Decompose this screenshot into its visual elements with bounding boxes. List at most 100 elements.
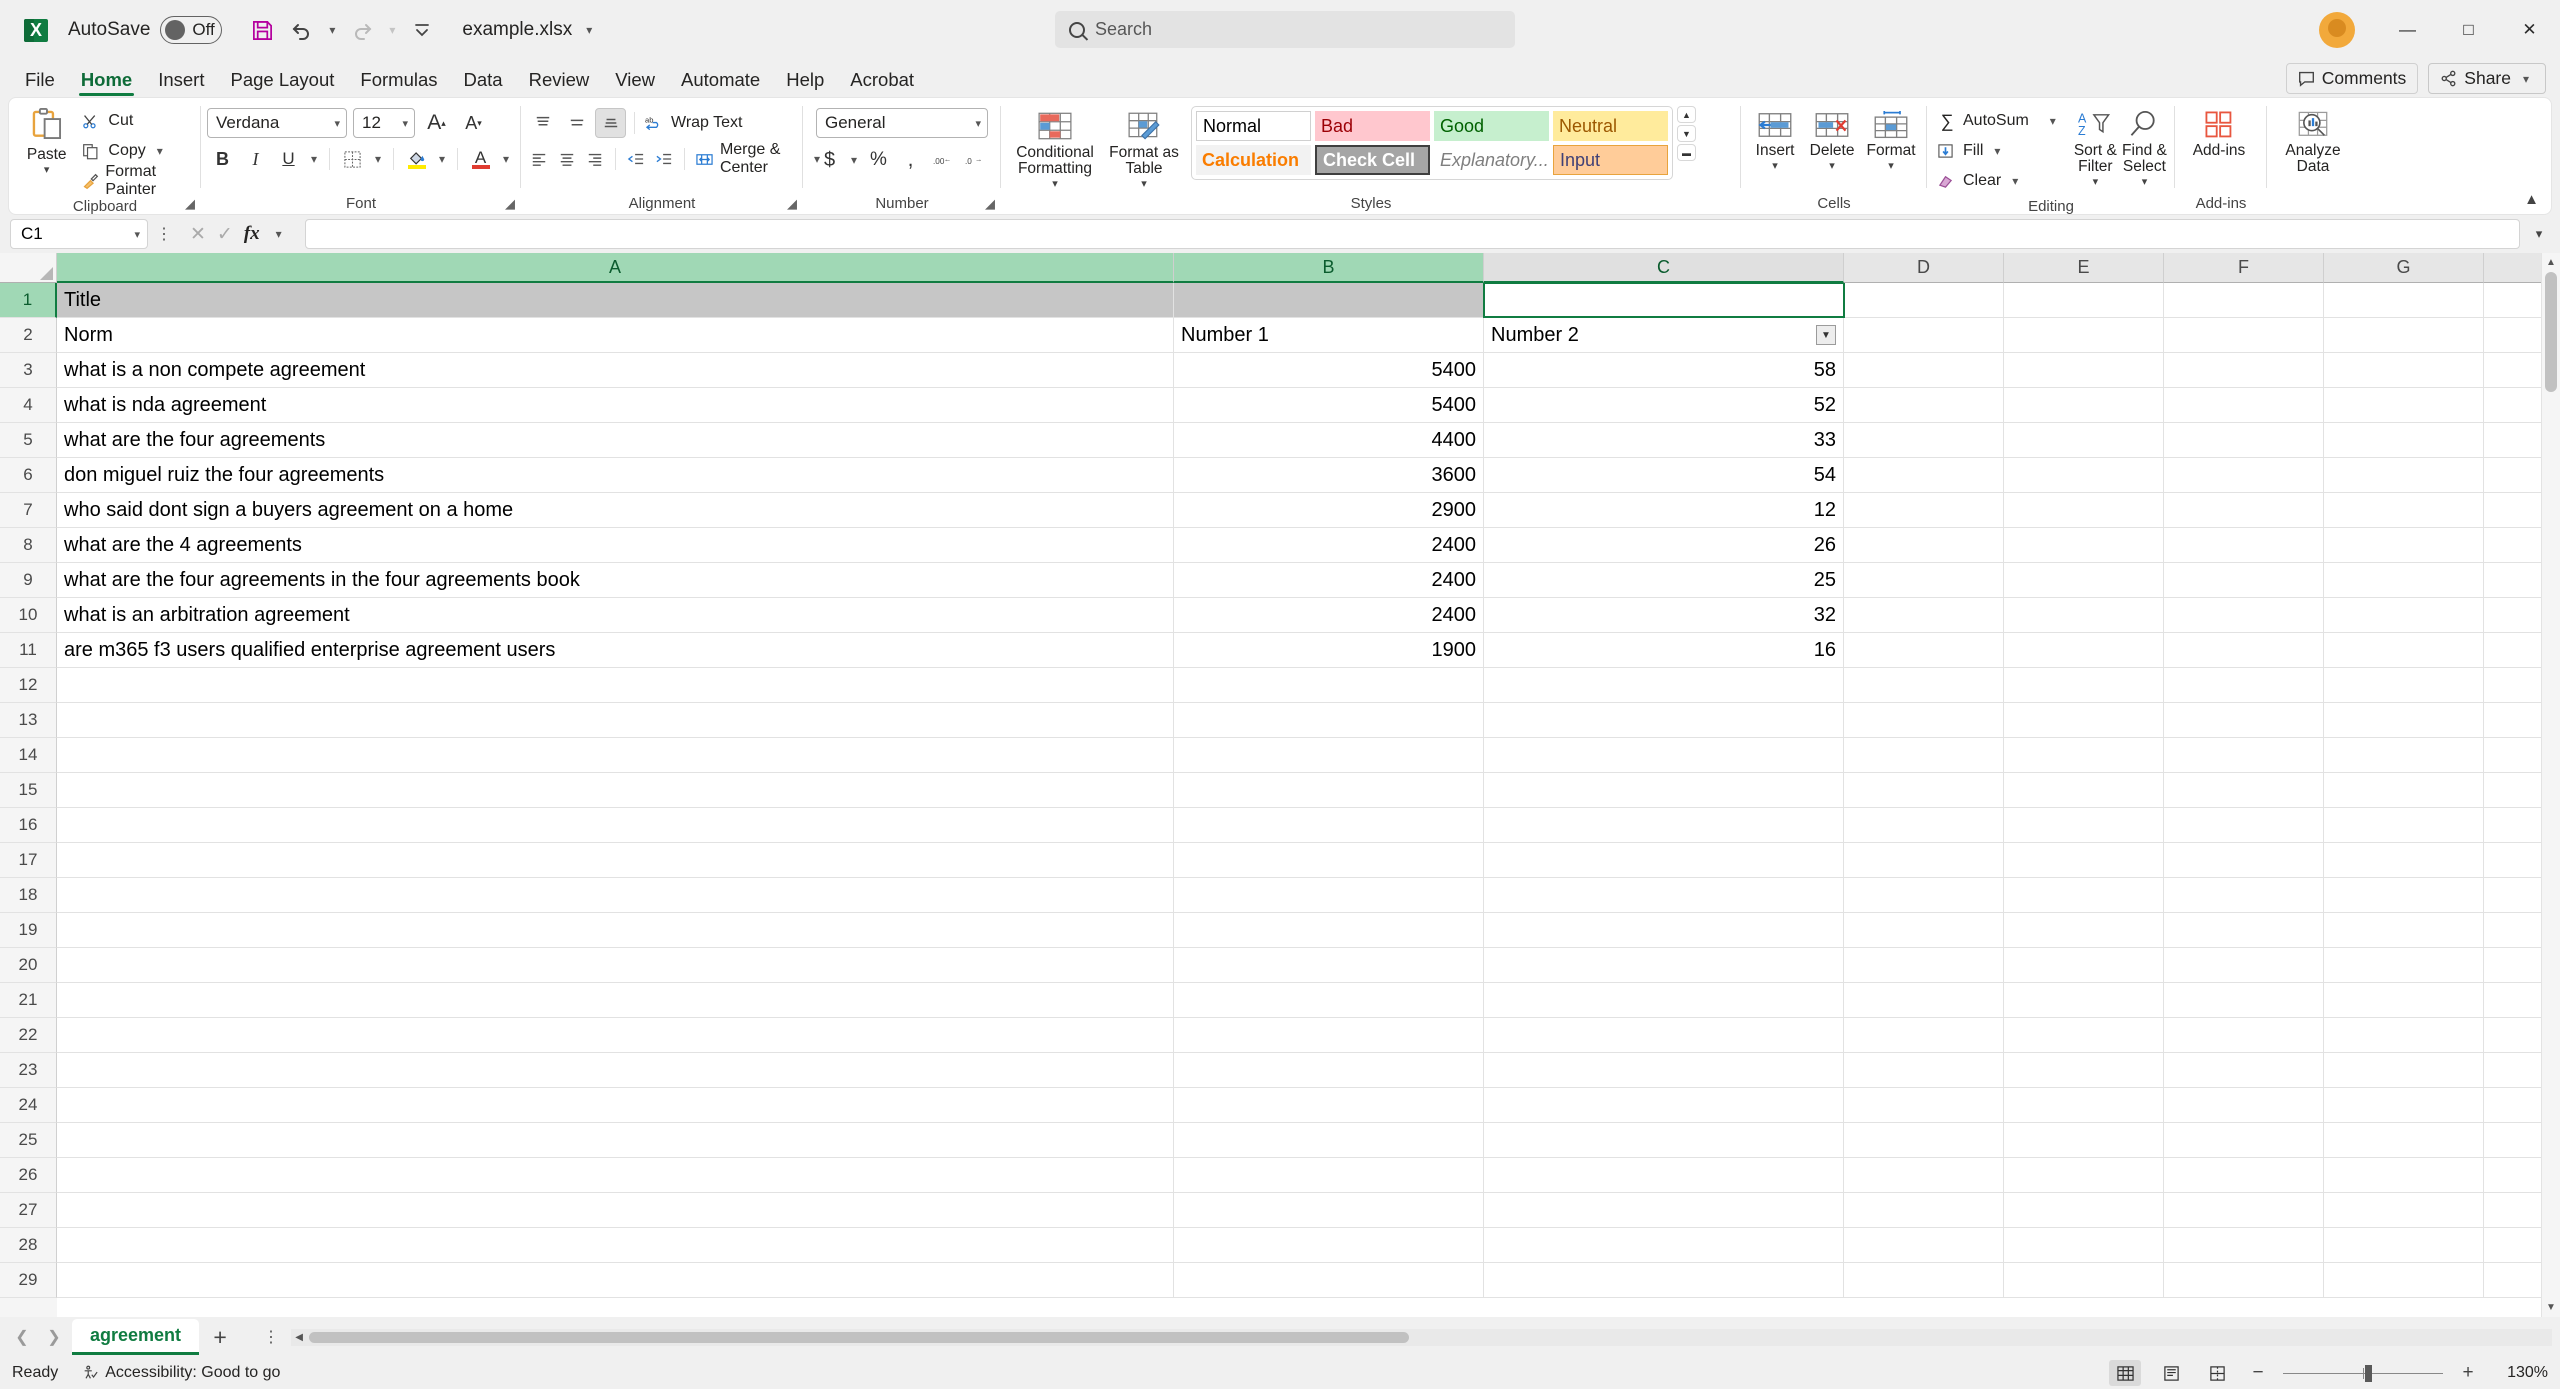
number-dialog-launcher[interactable]: ◢ <box>985 196 995 212</box>
cell-d17[interactable] <box>1844 843 2004 877</box>
cell-c11[interactable]: 16 <box>1484 633 1844 667</box>
cell-e27[interactable] <box>2004 1193 2164 1227</box>
cell-d23[interactable] <box>1844 1053 2004 1087</box>
cell-b11[interactable]: 1900 <box>1174 633 1484 667</box>
tab-help[interactable]: Help <box>773 64 837 97</box>
cell-d10[interactable] <box>1844 598 2004 632</box>
cell-c14[interactable] <box>1484 738 1844 772</box>
tab-acrobat[interactable]: Acrobat <box>837 64 927 97</box>
cell-a18[interactable] <box>57 878 1174 912</box>
cell-d19[interactable] <box>1844 913 2004 947</box>
cell-g9[interactable] <box>2324 563 2484 597</box>
close-button[interactable]: ✕ <box>2499 0 2560 60</box>
cell-a20[interactable] <box>57 948 1174 982</box>
paste-dropdown-icon[interactable]: ▾ <box>44 163 50 176</box>
cell-b6[interactable]: 3600 <box>1174 458 1484 492</box>
styles-scroll-up-icon[interactable]: ▲ <box>1677 106 1696 123</box>
row-header-13[interactable]: 13 <box>0 703 57 738</box>
row-header-2[interactable]: 2 <box>0 318 57 353</box>
cell-a19[interactable] <box>57 913 1174 947</box>
zoom-out-button[interactable]: − <box>2247 1362 2269 1384</box>
cell-f21[interactable] <box>2164 983 2324 1017</box>
zoom-level[interactable]: 130% <box>2493 1364 2548 1382</box>
cell-d18[interactable] <box>1844 878 2004 912</box>
cell-e6[interactable] <box>2004 458 2164 492</box>
cell-e17[interactable] <box>2004 843 2164 877</box>
cell-g12[interactable] <box>2324 668 2484 702</box>
page-break-preview-icon[interactable] <box>2201 1360 2233 1386</box>
format-cells-button[interactable]: Format ▾ <box>1861 106 1921 172</box>
cell-e25[interactable] <box>2004 1123 2164 1157</box>
styles-more-icon[interactable]: ▬ <box>1677 144 1696 161</box>
cell-a3[interactable]: what is a non compete agreement <box>57 353 1174 387</box>
column-header-g[interactable]: G <box>2324 253 2484 283</box>
cell-a13[interactable] <box>57 703 1174 737</box>
find-select-dropdown-icon[interactable]: ▾ <box>2142 175 2148 188</box>
cell-f22[interactable] <box>2164 1018 2324 1052</box>
column-header-c[interactable]: C <box>1484 253 1844 283</box>
fill-color-dropdown-icon[interactable]: ▾ <box>434 152 450 166</box>
row-header-5[interactable]: 5 <box>0 423 57 458</box>
cell-d14[interactable] <box>1844 738 2004 772</box>
cell-g16[interactable] <box>2324 808 2484 842</box>
accessibility-status[interactable]: Accessibility: Good to go <box>82 1364 280 1382</box>
row-header-4[interactable]: 4 <box>0 388 57 423</box>
cell-f20[interactable] <box>2164 948 2324 982</box>
vertical-scrollbar[interactable]: ▲ ▼ <box>2541 253 2560 1317</box>
align-bottom-icon[interactable] <box>595 108 626 138</box>
cell-e14[interactable] <box>2004 738 2164 772</box>
cell-a27[interactable] <box>57 1193 1174 1227</box>
style-calculation[interactable]: Calculation <box>1196 145 1311 175</box>
cell-b27[interactable] <box>1174 1193 1484 1227</box>
cell-e9[interactable] <box>2004 563 2164 597</box>
align-left-icon[interactable] <box>527 144 552 174</box>
cell-b8[interactable]: 2400 <box>1174 528 1484 562</box>
cell-c7[interactable]: 12 <box>1484 493 1844 527</box>
font-dialog-launcher[interactable]: ◢ <box>505 196 515 212</box>
select-all-button[interactable] <box>0 253 57 283</box>
cell-f14[interactable] <box>2164 738 2324 772</box>
maximize-button[interactable]: □ <box>2438 0 2499 60</box>
row-header-7[interactable]: 7 <box>0 493 57 528</box>
cell-c9[interactable]: 25 <box>1484 563 1844 597</box>
cell-a12[interactable] <box>57 668 1174 702</box>
cell-f25[interactable] <box>2164 1123 2324 1157</box>
avatar[interactable] <box>2319 12 2355 48</box>
vertical-scroll-thumb[interactable] <box>2545 272 2557 392</box>
cell-c28[interactable] <box>1484 1228 1844 1262</box>
cell-b7[interactable]: 2900 <box>1174 493 1484 527</box>
scroll-down-icon[interactable]: ▼ <box>2542 1298 2560 1317</box>
cell-e5[interactable] <box>2004 423 2164 457</box>
paste-button[interactable]: Paste ▾ <box>15 102 78 176</box>
row-header-27[interactable]: 27 <box>0 1193 57 1228</box>
cell-b23[interactable] <box>1174 1053 1484 1087</box>
cell-b15[interactable] <box>1174 773 1484 807</box>
cell-e7[interactable] <box>2004 493 2164 527</box>
cell-c10[interactable]: 32 <box>1484 598 1844 632</box>
number-format-select[interactable]: General ▾ <box>816 108 988 138</box>
column-header-b[interactable]: B <box>1174 253 1484 283</box>
cell-f1[interactable] <box>2164 283 2324 317</box>
row-header-11[interactable]: 11 <box>0 633 57 668</box>
cell-g17[interactable] <box>2324 843 2484 877</box>
cell-a28[interactable] <box>57 1228 1174 1262</box>
format-painter-button[interactable]: Format Painter <box>78 163 195 198</box>
cell-b19[interactable] <box>1174 913 1484 947</box>
cell-a7[interactable]: who said dont sign a buyers agreement on… <box>57 493 1174 527</box>
fill-color-icon[interactable] <box>401 144 432 174</box>
format-as-table-dropdown-icon[interactable]: ▾ <box>1141 177 1147 190</box>
row-header-21[interactable]: 21 <box>0 983 57 1018</box>
autosum-button[interactable]: ∑ AutoSum ▾ <box>1933 106 2065 136</box>
style-explanatory[interactable]: Explanatory... <box>1434 145 1549 175</box>
cell-g20[interactable] <box>2324 948 2484 982</box>
cell-g29[interactable] <box>2324 1263 2484 1297</box>
cell-f10[interactable] <box>2164 598 2324 632</box>
cell-a26[interactable] <box>57 1158 1174 1192</box>
filename-button[interactable]: example.xlsx ▾ <box>462 19 597 41</box>
row-header-28[interactable]: 28 <box>0 1228 57 1263</box>
cell-b29[interactable] <box>1174 1263 1484 1297</box>
cell-c27[interactable] <box>1484 1193 1844 1227</box>
cell-c24[interactable] <box>1484 1088 1844 1122</box>
cell-g1[interactable] <box>2324 283 2484 317</box>
cell-a29[interactable] <box>57 1263 1174 1297</box>
